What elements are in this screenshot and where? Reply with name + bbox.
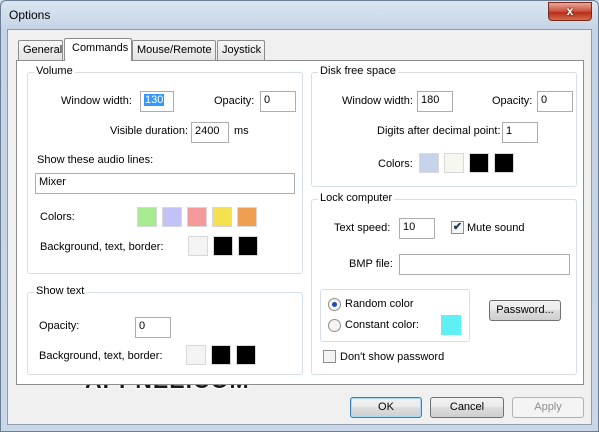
tab-general[interactable]: General xyxy=(18,40,63,60)
visible-duration-label: Visible duration: xyxy=(110,125,189,137)
show-text-group-title: Show text xyxy=(34,285,87,297)
volume-bg-swatch-3[interactable] xyxy=(238,236,258,256)
volume-opacity-input[interactable]: 0 xyxy=(260,91,296,112)
digits-input[interactable]: 1 xyxy=(502,122,538,143)
volume-colors-label: Colors: xyxy=(40,211,75,223)
volume-group: Volume Window width: 130 Opacity: 0 Visi… xyxy=(27,65,303,274)
random-color-radio[interactable] xyxy=(328,298,341,311)
tab-mouse-remote[interactable]: Mouse/Remote xyxy=(132,40,216,60)
text-speed-label: Text speed: xyxy=(334,222,391,234)
disk-window-width-label: Window width: xyxy=(342,95,413,107)
show-text-group: Show text Opacity: 0 Background, text, b… xyxy=(27,285,303,375)
dont-show-password-label: Don't show password xyxy=(340,351,445,363)
constant-color-radio[interactable] xyxy=(328,319,341,332)
audio-lines-input[interactable]: Mixer xyxy=(35,173,295,194)
disk-free-space-group: Disk free space Window width: 180 Opacit… xyxy=(311,65,577,187)
volume-opacity-label: Opacity: xyxy=(214,95,255,107)
disk-opacity-input[interactable]: 0 xyxy=(537,91,573,112)
tab-commands[interactable]: Commands xyxy=(64,38,132,61)
check-icon: ✔ xyxy=(452,221,463,233)
cancel-button[interactable]: Cancel xyxy=(430,397,504,418)
lock-computer-group: Lock computer Text speed: 10 ✔ Mute soun… xyxy=(311,192,577,375)
lock-group-title: Lock computer xyxy=(318,192,395,204)
mute-sound-checkbox[interactable]: ✔ xyxy=(451,221,464,234)
password-button[interactable]: Password... xyxy=(489,300,561,321)
constant-color-label: Constant color: xyxy=(345,319,419,331)
show-text-bg-swatch-3[interactable] xyxy=(236,345,256,365)
dont-show-password-checkbox[interactable] xyxy=(323,350,336,363)
digits-label: Digits after decimal point: xyxy=(377,125,501,137)
show-text-opacity-input[interactable]: 0 xyxy=(135,317,171,338)
show-text-opacity-label: Opacity: xyxy=(39,320,80,332)
ok-button[interactable]: OK xyxy=(350,397,422,418)
volume-bg-swatch-2[interactable] xyxy=(213,236,233,256)
disk-color-swatch-3[interactable] xyxy=(469,153,489,173)
visible-duration-input[interactable]: 2400 xyxy=(191,122,229,143)
commands-panel: Volume Window width: 130 Opacity: 0 Visi… xyxy=(16,60,584,385)
volume-color-swatch-5[interactable] xyxy=(237,207,257,227)
tab-joystick[interactable]: Joystick xyxy=(217,40,265,60)
volume-group-title: Volume xyxy=(34,65,75,77)
color-mode-box: Random color Constant color: xyxy=(320,289,470,342)
show-text-bg-swatch-1[interactable] xyxy=(186,345,206,365)
close-icon: x xyxy=(566,4,574,18)
bmp-file-input[interactable] xyxy=(399,254,570,275)
volume-window-width-label: Window width: xyxy=(61,95,132,107)
visible-duration-unit: ms xyxy=(234,125,249,137)
window-title: Options xyxy=(9,8,51,22)
volume-bg-swatch-1[interactable] xyxy=(188,236,208,256)
disk-color-swatch-1[interactable] xyxy=(419,153,439,173)
apply-button[interactable]: Apply xyxy=(512,397,584,418)
text-speed-input[interactable]: 10 xyxy=(399,218,435,239)
constant-color-swatch[interactable] xyxy=(441,315,461,335)
show-text-bg-swatch-2[interactable] xyxy=(211,345,231,365)
disk-color-swatch-4[interactable] xyxy=(494,153,514,173)
title-bar[interactable]: Options x xyxy=(1,1,598,29)
disk-color-swatch-2[interactable] xyxy=(444,153,464,173)
volume-color-swatch-3[interactable] xyxy=(187,207,207,227)
disk-group-title: Disk free space xyxy=(318,65,398,77)
show-text-bg-label: Background, text, border: xyxy=(39,350,163,362)
volume-bg-label: Background, text, border: xyxy=(40,241,164,253)
volume-color-swatch-4[interactable] xyxy=(212,207,232,227)
random-color-label: Random color xyxy=(345,298,414,310)
volume-color-swatch-2[interactable] xyxy=(162,207,182,227)
volume-window-width-input[interactable]: 130 xyxy=(140,91,174,112)
audio-lines-label: Show these audio lines: xyxy=(37,154,154,166)
mute-sound-label: Mute sound xyxy=(467,222,525,234)
volume-color-swatch-1[interactable] xyxy=(137,207,157,227)
close-button[interactable]: x xyxy=(548,2,592,21)
dialog-client: General Commands Mouse/Remote Joystick V… xyxy=(7,29,592,425)
disk-colors-label: Colors: xyxy=(378,158,413,170)
bmp-file-label: BMP file: xyxy=(349,258,393,270)
disk-window-width-input[interactable]: 180 xyxy=(417,91,453,112)
options-window: Options x General Commands Mouse/Remote … xyxy=(0,0,599,432)
disk-opacity-label: Opacity: xyxy=(492,95,533,107)
